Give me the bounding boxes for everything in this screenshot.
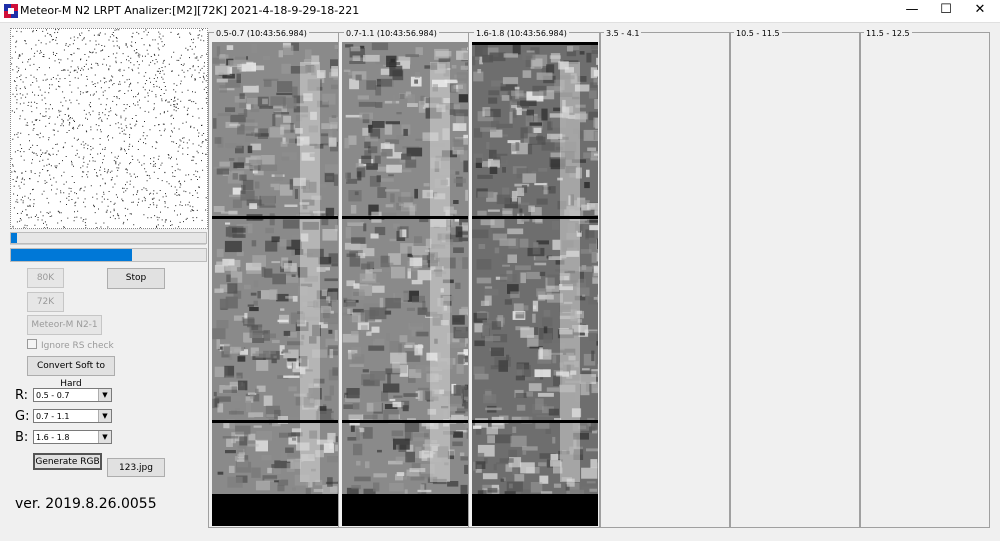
ignore-rs-label: Ignore RS check <box>41 341 114 351</box>
decode-progress-fill <box>11 249 132 261</box>
minimize-icon: — <box>905 2 919 17</box>
red-channel-select[interactable]: 0.5 - 0.7 ▼ <box>33 388 112 402</box>
green-channel-value: 0.7 - 1.1 <box>36 412 70 421</box>
red-channel-value: 0.5 - 0.7 <box>36 391 70 400</box>
channel-label-5: 10.5 - 11.5 <box>734 29 782 38</box>
blue-channel-label: B: <box>15 430 29 445</box>
green-channel-label: G: <box>15 409 30 424</box>
generate-rgb-button[interactable]: Generate RGB <box>33 453 102 470</box>
rate-72k-button[interactable]: 72K <box>27 292 64 312</box>
stop-button[interactable]: Stop <box>107 268 165 289</box>
title-bar: Meteor-M N2 LRPT Analizer:[M2][72K] 2021… <box>0 0 1000 23</box>
app-icon <box>4 4 18 18</box>
blue-channel-select[interactable]: 1.6 - 1.8 ▼ <box>33 430 112 444</box>
chevron-down-icon[interactable]: ▼ <box>98 410 111 422</box>
maximize-icon: ☐ <box>940 2 952 17</box>
chevron-down-icon[interactable]: ▼ <box>98 431 111 443</box>
channel-image-1 <box>212 42 338 526</box>
signal-progress-fill <box>11 233 17 243</box>
channel-panel-6 <box>860 32 990 528</box>
close-icon: ✕ <box>974 2 986 17</box>
minimize-button[interactable]: — <box>895 0 929 22</box>
ignore-rs-checkbox[interactable]: Ignore RS check <box>27 339 114 351</box>
decode-progress-bar <box>10 248 207 262</box>
close-button[interactable]: ✕ <box>963 0 997 22</box>
window-title: Meteor-M N2 LRPT Analizer:[M2][72K] 2021… <box>20 4 360 17</box>
constellation-plot <box>11 29 207 228</box>
green-channel-select[interactable]: 0.7 - 1.1 ▼ <box>33 409 112 423</box>
channel-label-3: 1.6-1.8 (10:43:56.984) <box>474 29 569 38</box>
maximize-button[interactable]: ☐ <box>929 0 963 22</box>
rate-80k-button[interactable]: 80K <box>27 268 64 288</box>
channel-image-3 <box>472 42 598 526</box>
channel-label-4: 3.5 - 4.1 <box>604 29 642 38</box>
channel-label-6: 11.5 - 12.5 <box>864 29 912 38</box>
convert-soft-to-hard-button[interactable]: Convert Soft to Hard <box>27 356 115 389</box>
channel-panel-4 <box>600 32 730 528</box>
divider <box>10 244 206 245</box>
channel-panel-5 <box>730 32 860 528</box>
output-file-button[interactable]: 123.jpg <box>107 458 165 477</box>
chevron-down-icon[interactable]: ▼ <box>98 389 111 401</box>
channel-image-2 <box>342 42 468 526</box>
blue-channel-value: 1.6 - 1.8 <box>36 433 70 442</box>
red-channel-label: R: <box>15 388 29 403</box>
constellation-display <box>10 28 208 229</box>
channel-label-1: 0.5-0.7 (10:43:56.984) <box>214 29 309 38</box>
channel-label-2: 0.7-1.1 (10:43:56.984) <box>344 29 439 38</box>
checkbox-box[interactable] <box>27 339 37 349</box>
satellite-button[interactable]: Meteor-M N2-1 <box>27 315 102 335</box>
version-label: ver. 2019.8.26.0055 <box>15 496 157 512</box>
signal-progress-bar <box>10 232 207 244</box>
